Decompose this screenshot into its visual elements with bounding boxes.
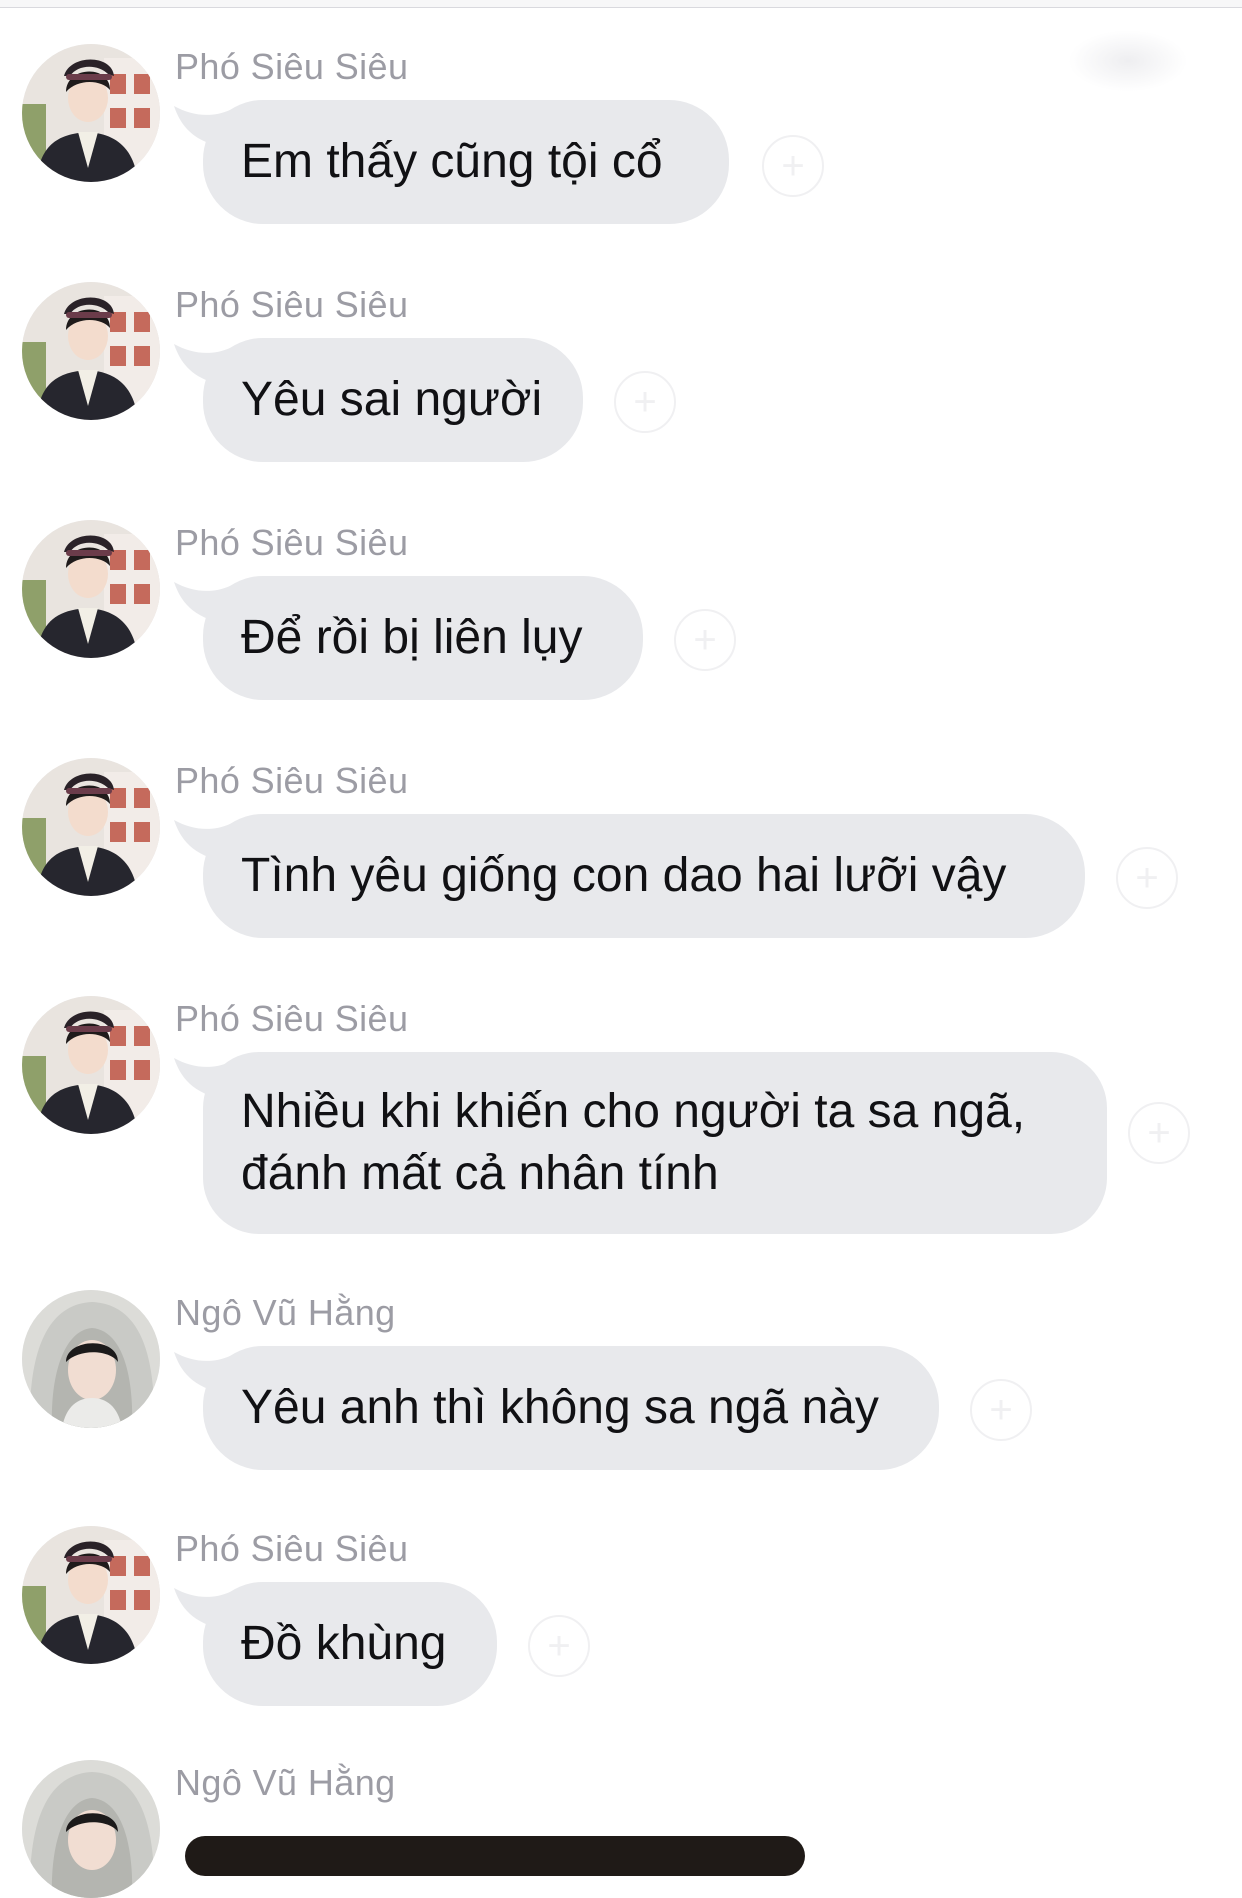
avatar-boy-hood-icon[interactable] [22, 1290, 160, 1428]
avatar-boy-cap-icon[interactable] [22, 520, 160, 658]
sender-name: Ngô Vũ Hằng [175, 1292, 396, 1333]
add-reaction-icon[interactable]: + [970, 1379, 1032, 1441]
add-reaction-icon[interactable]: + [614, 371, 676, 433]
message-text: Đồ khùng [241, 1617, 447, 1670]
add-reaction-icon[interactable]: + [674, 609, 736, 671]
add-reaction-icon[interactable]: + [528, 1615, 590, 1677]
avatar-boy-cap-icon[interactable] [22, 1526, 160, 1664]
add-reaction-icon[interactable]: + [1128, 1102, 1190, 1164]
message-bubble[interactable]: Đồ khùng [203, 1582, 497, 1706]
message-text: Yêu sai người [241, 373, 543, 426]
avatar-boy-cap-icon[interactable] [22, 282, 160, 420]
sender-name: Phó Siêu Siêu [175, 1528, 409, 1569]
add-reaction-icon[interactable]: + [1116, 847, 1178, 909]
message-bubble[interactable]: Yêu sai người [203, 338, 583, 462]
message-text: Yêu anh thì không sa ngã này [241, 1381, 879, 1434]
message-text: Để rồi bị liên lụy [241, 611, 583, 664]
avatar-boy-cap-icon[interactable] [22, 758, 160, 896]
message-bubble[interactable]: Nhiều khi khiến cho người ta sa ngã, đán… [203, 1052, 1107, 1234]
sender-name: Phó Siêu Siêu [175, 760, 409, 801]
sender-name: Phó Siêu Siêu [175, 46, 409, 87]
message-text-line: đánh mất cả nhân tính [241, 1147, 719, 1200]
message-bubble[interactable]: Em thấy cũng tội cổ [203, 100, 729, 224]
media-message-preview[interactable] [185, 1836, 805, 1876]
sender-name: Ngô Vũ Hằng [175, 1762, 396, 1803]
sender-name: Phó Siêu Siêu [175, 284, 409, 325]
avatar-boy-hood-icon[interactable] [22, 1760, 160, 1898]
add-reaction-icon[interactable]: + [762, 135, 824, 197]
header-divider [0, 0, 1242, 8]
sender-name: Phó Siêu Siêu [175, 998, 409, 1039]
message-text: Em thấy cũng tội cổ [241, 135, 663, 188]
message-bubble[interactable]: Để rồi bị liên lụy [203, 576, 643, 700]
sender-name: Phó Siêu Siêu [175, 522, 409, 563]
avatar-boy-cap-icon[interactable] [22, 996, 160, 1134]
avatar-boy-cap-icon[interactable] [22, 44, 160, 182]
message-bubble[interactable]: Tình yêu giống con dao hai lưỡi vậy [203, 814, 1085, 938]
header-faded-element [1068, 30, 1188, 92]
message-text: Tình yêu giống con dao hai lưỡi vậy [241, 849, 1007, 902]
message-bubble[interactable]: Yêu anh thì không sa ngã này [203, 1346, 939, 1470]
message-text-line: Nhiều khi khiến cho người ta sa ngã, [241, 1085, 1026, 1138]
